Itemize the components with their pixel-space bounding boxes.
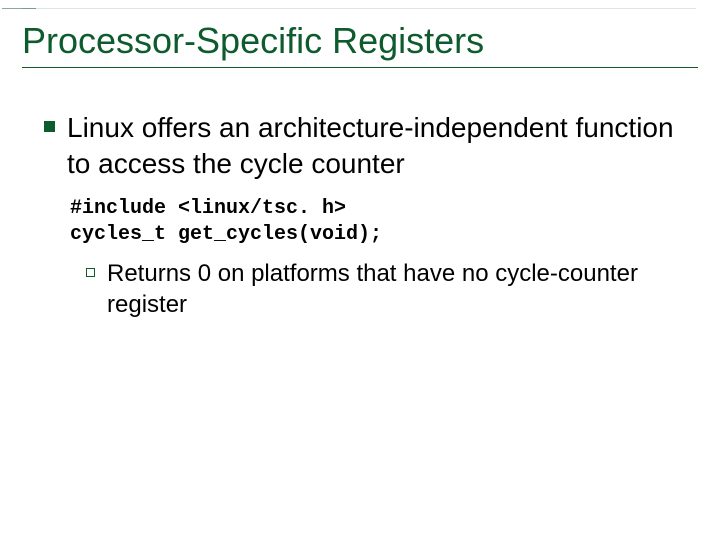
bullet-1-text: Linux offers an architecture-independent…: [67, 110, 684, 182]
code-snippet: #include <linux/tsc. h> cycles_t get_cyc…: [70, 196, 684, 247]
decorative-top-line: [22, 8, 696, 9]
sub-bullet-1-text: Returns 0 on platforms that have no cycl…: [107, 259, 684, 320]
slide-title: Processor-Specific Registers: [22, 20, 698, 61]
bullet-level-2: Returns 0 on platforms that have no cycl…: [86, 259, 684, 320]
slide-body: Linux offers an architecture-independent…: [22, 74, 698, 320]
title-area: Processor-Specific Registers: [22, 20, 698, 74]
bullet-level-1: Linux offers an architecture-independent…: [44, 110, 684, 182]
code-line-1: #include <linux/tsc. h>: [70, 197, 346, 220]
decorative-top-line-left: [2, 8, 36, 9]
square-bullet-icon: [44, 121, 55, 132]
title-underline: [22, 67, 698, 68]
code-line-2: cycles_t get_cycles(void);: [70, 223, 382, 246]
square-outline-bullet-icon: [86, 268, 95, 277]
slide: Processor-Specific Registers Linux offer…: [0, 0, 720, 540]
